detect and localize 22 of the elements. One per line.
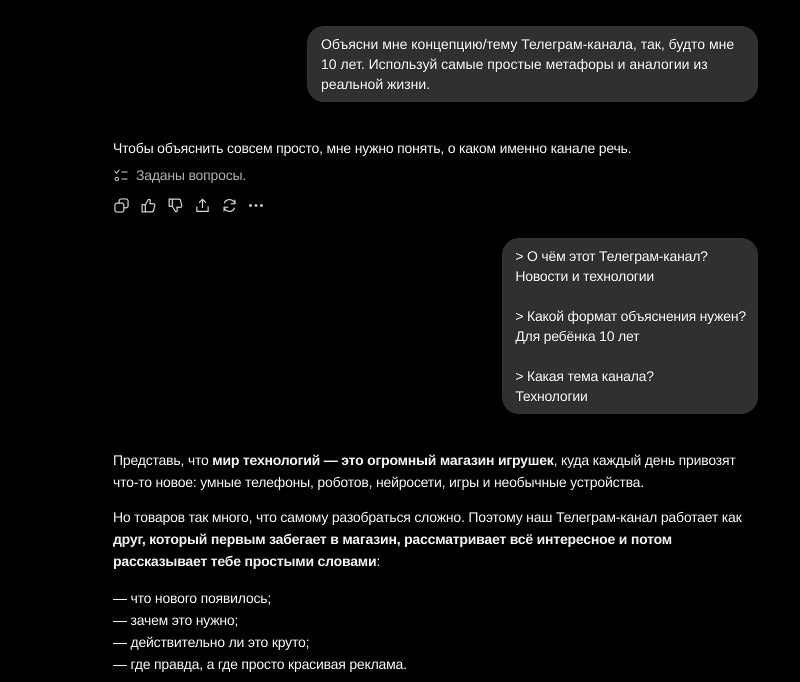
answer-text: Новости и технологии [515,267,655,286]
regenerate-icon[interactable] [222,198,237,212]
message-paragraph: Представь, что мир технологий — это огромный магазин игрушек, куда каждый день привозят что-то новое: умные телефоны, роботов, нейросети, игры и необычные устройства. [113,451,737,492]
checklist-icon [114,168,128,182]
list-item: — что нового появилось; [113,589,272,608]
thumbs-up-icon[interactable] [141,198,156,212]
copy-icon[interactable] [114,198,129,212]
answer-text: Для ребёнка 10 лет [515,327,640,346]
share-icon[interactable] [195,198,210,212]
answer-text: Технологии [515,387,589,406]
user-message: Объясни мне концепцию/тему Телеграм-канала, так, будто мне 10 лет. Используй самые простые метафоры и аналогии из реальной жизни. [307,26,758,102]
question-text: > О чём этот Телеграм-канал? [515,247,709,266]
message-paragraph: Чтобы объяснить совсем просто, мне нужно понять, о каком именно канале речь. [113,139,632,158]
thumbs-down-icon[interactable] [168,198,183,212]
list-item: — где правда, а где просто красивая реклама. [113,655,408,674]
question-text: > Какой формат объяснения нужен? [515,307,746,326]
question-text: > Какая тема канала? [515,367,655,386]
list-item: — действительно ли это круто; [113,633,310,652]
list-item: — зачем это нужно; [113,611,240,630]
more-icon[interactable] [249,204,263,206]
message-paragraph: Но товаров так много, что самому разобраться сложно. Поэтому наш Телеграм-канал работает как друг, который первым забегает в магазин, рассматривает всё интересное и потом рассказывает тебе простыми словами: [113,508,743,571]
status-text: Заданы вопросы. [136,166,246,185]
